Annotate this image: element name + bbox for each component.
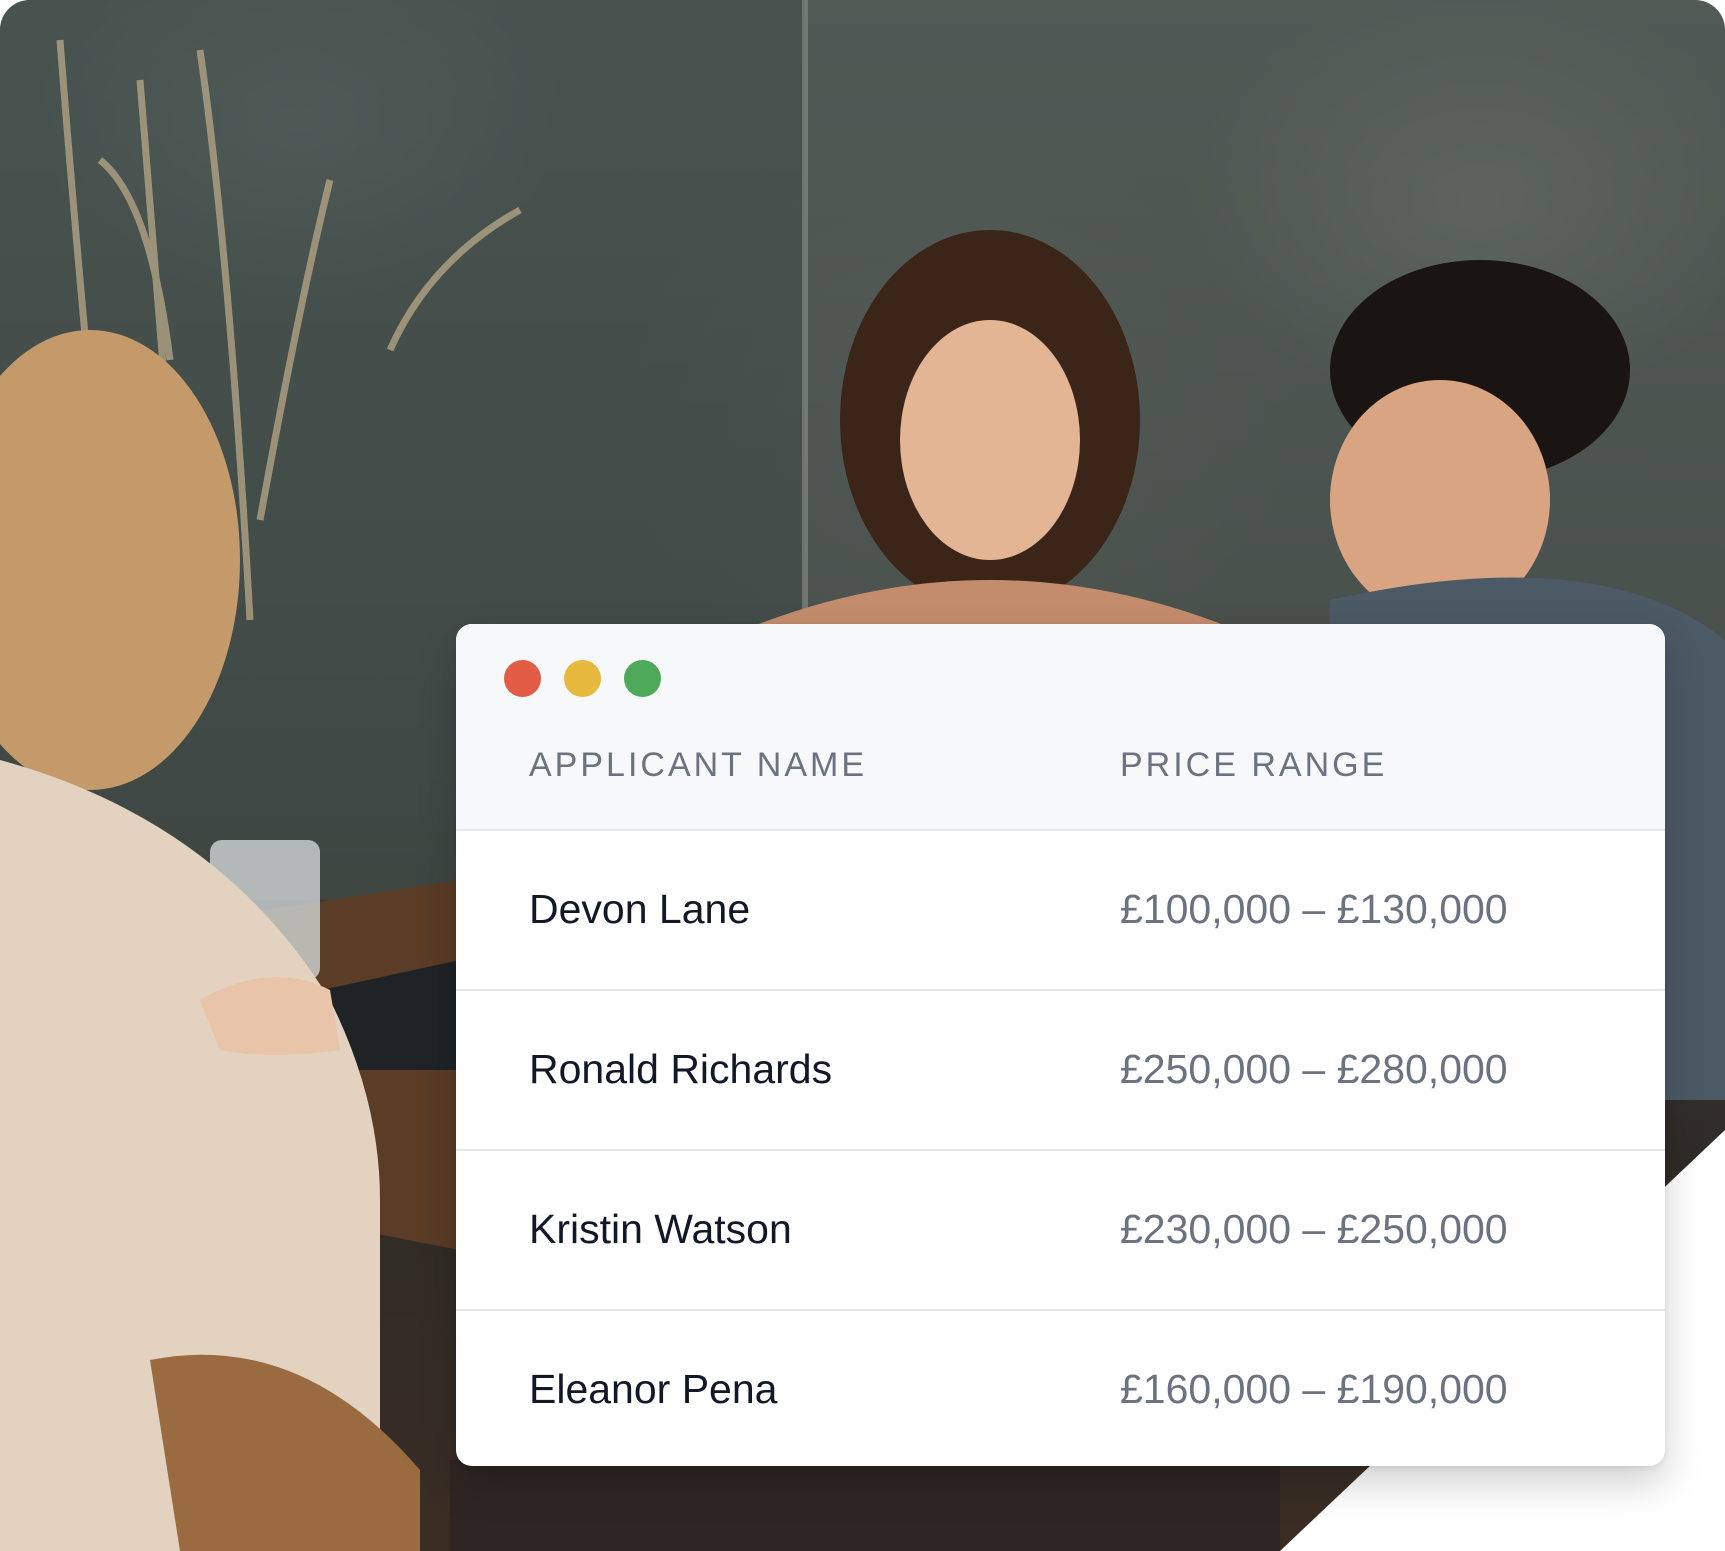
table-row[interactable]: Kristin Watson £230,000 – £250,000 bbox=[456, 1151, 1665, 1311]
price-range-cell: £250,000 – £280,000 bbox=[1120, 1046, 1508, 1092]
minimize-window-button[interactable] bbox=[564, 660, 601, 697]
column-header-applicant-name[interactable]: APPLICANT NAME bbox=[529, 746, 867, 785]
column-header-price-range[interactable]: PRICE RANGE bbox=[1120, 746, 1387, 785]
close-window-button[interactable] bbox=[504, 660, 541, 697]
price-range-cell: £230,000 – £250,000 bbox=[1120, 1206, 1508, 1252]
price-range-cell: £100,000 – £130,000 bbox=[1120, 886, 1508, 932]
maximize-window-button[interactable] bbox=[624, 660, 661, 697]
window-controls bbox=[504, 660, 661, 697]
applicant-name-cell: Devon Lane bbox=[529, 886, 751, 932]
page-canvas: APPLICANT NAME PRICE RANGE Devon Lane £1… bbox=[0, 0, 1725, 1551]
table-row[interactable]: Eleanor Pena £160,000 – £190,000 bbox=[456, 1311, 1665, 1466]
applicant-name-cell: Ronald Richards bbox=[529, 1046, 833, 1092]
table-row[interactable]: Ronald Richards £250,000 – £280,000 bbox=[456, 991, 1665, 1151]
price-range-cell: £160,000 – £190,000 bbox=[1120, 1366, 1508, 1412]
applicants-window: APPLICANT NAME PRICE RANGE Devon Lane £1… bbox=[456, 624, 1665, 1466]
applicant-name-cell: Eleanor Pena bbox=[529, 1366, 778, 1412]
applicant-name-cell: Kristin Watson bbox=[529, 1206, 792, 1252]
window-header: APPLICANT NAME PRICE RANGE bbox=[456, 624, 1665, 831]
applicants-table-body: Devon Lane £100,000 – £130,000 Ronald Ri… bbox=[456, 831, 1665, 1466]
table-row[interactable]: Devon Lane £100,000 – £130,000 bbox=[456, 831, 1665, 991]
